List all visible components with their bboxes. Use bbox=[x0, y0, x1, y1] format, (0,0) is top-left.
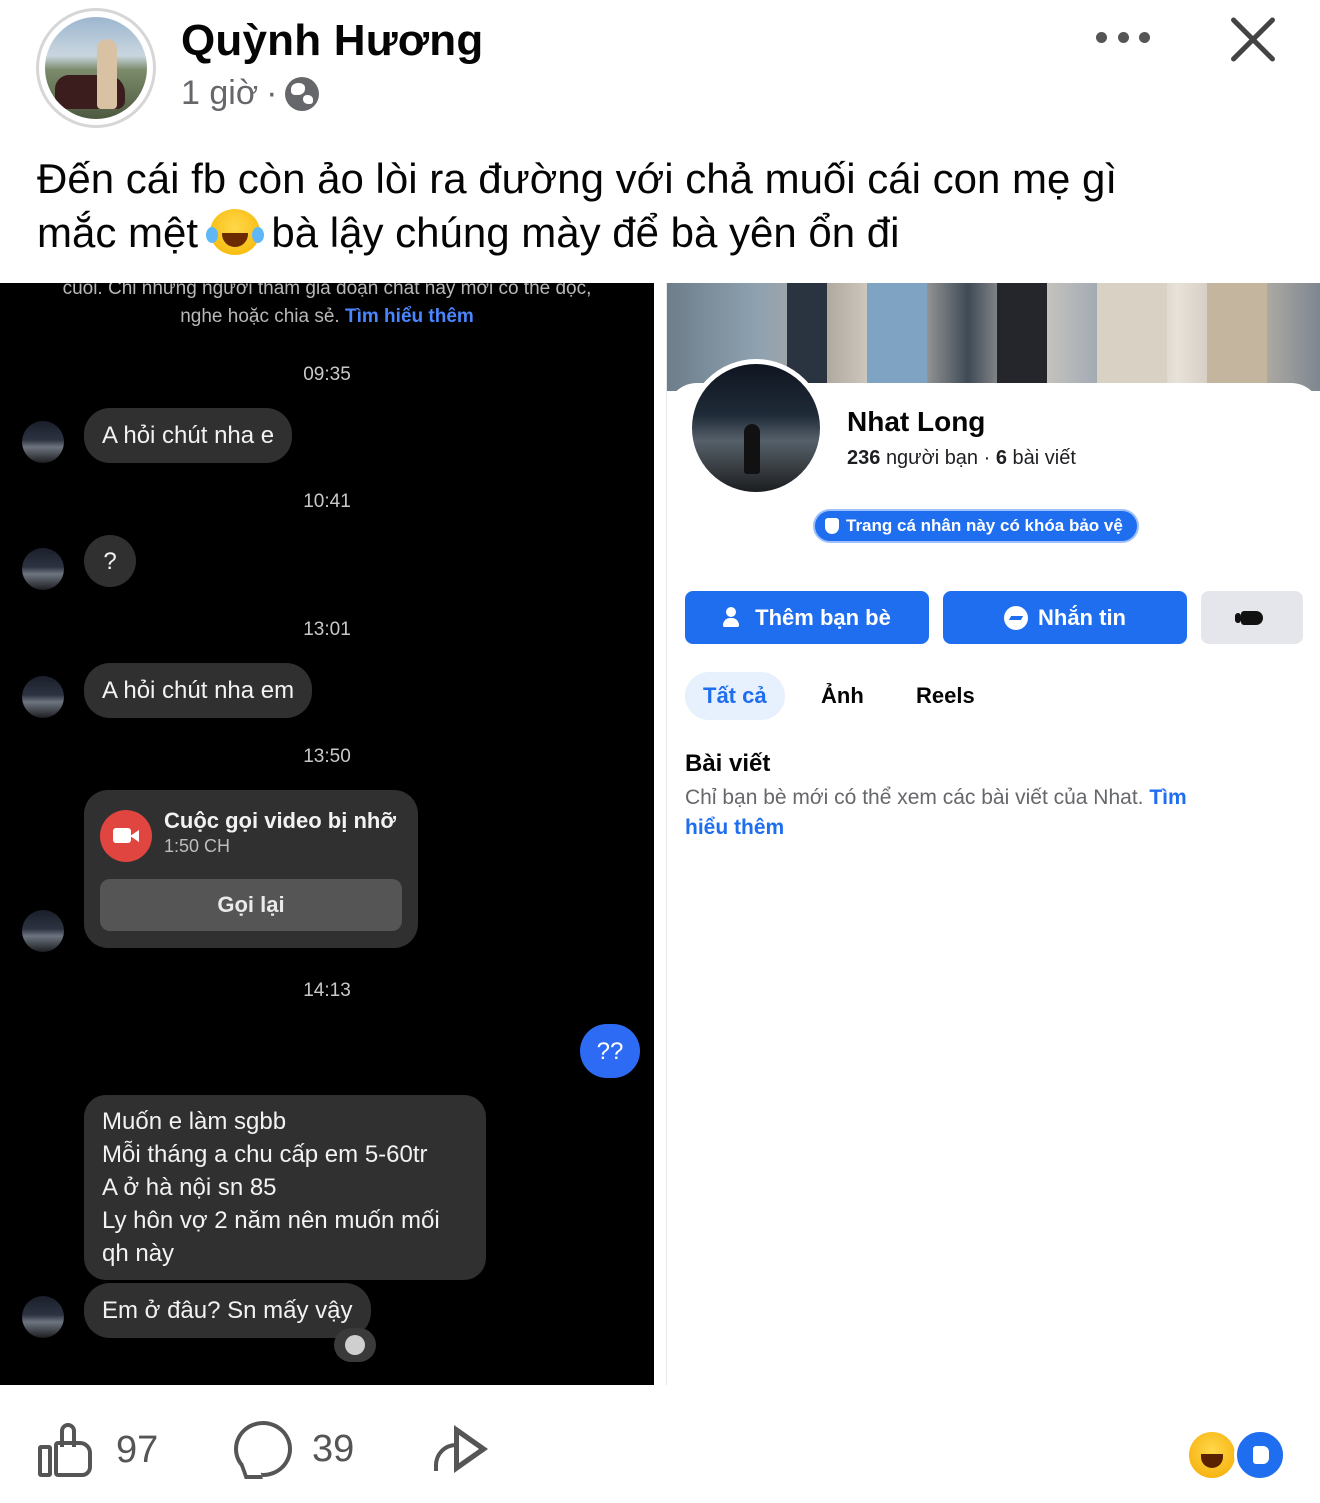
tab-photos[interactable]: Ảnh bbox=[821, 672, 864, 720]
missed-video-call-icon bbox=[100, 810, 152, 862]
call-back-button[interactable]: Gọi lại bbox=[100, 879, 402, 931]
posts-count: 6 bbox=[995, 447, 1007, 469]
post-time[interactable]: 1 giờ bbox=[181, 74, 258, 113]
timestamp: 09:35 bbox=[303, 364, 351, 385]
post-actions-bar: 97 39 bbox=[0, 1385, 1320, 1503]
timestamp: 14:13 bbox=[303, 980, 351, 1001]
long-message-bubble[interactable]: Muốn e làm sgbb Mỗi tháng a chu cấp em 5… bbox=[84, 1095, 486, 1280]
tab-all[interactable]: Tất cả bbox=[685, 672, 785, 720]
locked-profile-label: Trang cá nhân này có khóa bảo vệ bbox=[846, 516, 1123, 535]
sender-avatar[interactable] bbox=[22, 421, 64, 463]
message-button[interactable]: Nhắn tin bbox=[943, 591, 1187, 644]
post-text-line2-end: bà lậy chúng mày để bà yên ổn đi bbox=[271, 209, 900, 256]
profile-stats: 236 người bạn · 6 bài viết bbox=[847, 447, 1076, 470]
locked-profile-badge[interactable]: Trang cá nhân này có khóa bảo vệ bbox=[813, 509, 1139, 543]
add-friend-icon bbox=[723, 606, 745, 629]
notice-line2: nghe hoặc chia sẻ. Tìm hiểu thêm bbox=[0, 303, 654, 331]
message-line: Muốn e làm sgbb bbox=[102, 1108, 287, 1135]
shield-icon bbox=[825, 518, 839, 534]
post-text-line1: Đến cái fb còn ảo lòi ra đường với chả m… bbox=[37, 155, 1118, 202]
author-name[interactable]: Quỳnh Hương bbox=[181, 16, 483, 66]
close-icon[interactable] bbox=[1228, 14, 1278, 64]
post-meta: 1 giờ · bbox=[181, 74, 320, 113]
share-arrow-icon bbox=[432, 1421, 492, 1477]
comment-count: 39 bbox=[312, 1427, 355, 1470]
haha-reaction-icon bbox=[1186, 1429, 1238, 1481]
post-text: Đến cái fb còn ảo lòi ra đường với chả m… bbox=[37, 152, 1287, 260]
globe-icon bbox=[285, 76, 320, 111]
timestamp: 13:01 bbox=[303, 619, 351, 640]
add-friend-label: Thêm bạn bè bbox=[755, 604, 891, 630]
messenger-icon bbox=[1004, 605, 1028, 630]
reaction-summary[interactable] bbox=[1186, 1429, 1286, 1481]
avatar-person bbox=[97, 39, 117, 109]
missed-video-call-card[interactable]: Cuộc gọi video bị nhỡ 1:50 CH Gọi lại bbox=[84, 790, 418, 948]
stats-separator: · bbox=[983, 447, 991, 469]
like-reaction-icon bbox=[1234, 1429, 1286, 1481]
share-button[interactable] bbox=[432, 1421, 492, 1477]
posts-section-description: Chỉ bạn bè mới có thể xem các bài viết c… bbox=[685, 783, 1285, 843]
post-text-line2-start: mắc mệt bbox=[37, 209, 199, 256]
friends-label: người bạn bbox=[885, 447, 979, 469]
author-avatar[interactable] bbox=[36, 8, 156, 128]
message-bubble[interactable]: A hỏi chút nha em bbox=[84, 663, 313, 718]
comment-bubble-icon bbox=[234, 1421, 292, 1477]
face-with-tears-of-joy-icon bbox=[205, 209, 264, 255]
posts-privacy-text: Chỉ bạn bè mới có thể xem các bài viết c… bbox=[685, 786, 1144, 809]
missed-call-title: Cuộc gọi video bị nhỡ bbox=[164, 808, 396, 833]
friends-count[interactable]: 236 bbox=[847, 447, 880, 469]
missed-call-time: 1:50 CH bbox=[164, 836, 231, 856]
tab-reels[interactable]: Reels bbox=[916, 672, 975, 720]
posts-section-title: Bài viết bbox=[685, 750, 771, 777]
message-label: Nhắn tin bbox=[1038, 604, 1126, 630]
more-profile-actions-button[interactable] bbox=[1201, 591, 1303, 644]
comment-button[interactable]: 39 bbox=[234, 1421, 354, 1477]
post-text-line2: mắc mệt bà lậy chúng mày để bà yên ổn đi bbox=[37, 206, 1287, 260]
like-button[interactable]: 97 bbox=[36, 1421, 158, 1479]
timestamp: 13:50 bbox=[303, 746, 351, 767]
profile-name: Nhat Long bbox=[847, 406, 986, 437]
message-bubble[interactable]: Em ở đâu? Sn mấy vậy bbox=[84, 1283, 371, 1338]
profile-picture[interactable] bbox=[687, 359, 825, 497]
sender-avatar[interactable] bbox=[22, 676, 64, 718]
avatar-photo bbox=[45, 17, 147, 119]
message-line: A ở hà nội sn 85 bbox=[102, 1174, 277, 1201]
messenger-screenshot[interactable]: cuối. Chỉ những người tham gia đoạn chat… bbox=[0, 283, 654, 1385]
learn-more-link-continued[interactable]: hiểu thêm bbox=[685, 816, 784, 839]
posts-label: bài viết bbox=[1012, 447, 1076, 469]
timestamp: 10:41 bbox=[303, 491, 351, 512]
like-count: 97 bbox=[116, 1428, 159, 1471]
thumbs-up-icon bbox=[36, 1421, 96, 1479]
sender-avatar[interactable] bbox=[22, 548, 64, 590]
notice-text: nghe hoặc chia sẻ. bbox=[180, 306, 340, 327]
sender-avatar[interactable] bbox=[22, 1296, 64, 1338]
message-bubble[interactable]: ? bbox=[84, 535, 136, 587]
meta-separator: · bbox=[266, 74, 278, 112]
my-message-bubble[interactable]: ?? bbox=[580, 1024, 640, 1078]
hand-pointing-icon bbox=[1235, 610, 1263, 625]
message-line: Ly hôn vợ 2 năm nên muốn mối bbox=[102, 1207, 440, 1234]
message-line: qh này bbox=[102, 1240, 175, 1267]
encryption-notice: cuối. Chỉ những người tham gia đoạn chat… bbox=[0, 283, 654, 331]
add-friend-button[interactable]: Thêm bạn bè bbox=[685, 591, 929, 644]
learn-more-link[interactable]: Tìm bbox=[1149, 786, 1186, 809]
notice-line1: cuối. Chỉ những người tham gia đoạn chat… bbox=[62, 283, 592, 299]
profile-screenshot[interactable]: Nhat Long 236 người bạn · 6 bài viết Tra… bbox=[666, 283, 1320, 1385]
message-line: Mỗi tháng a chu cấp em 5-60tr bbox=[102, 1141, 428, 1168]
learn-more-link[interactable]: Tìm hiểu thêm bbox=[345, 306, 474, 327]
message-bubble[interactable]: A hỏi chút nha e bbox=[84, 408, 293, 463]
add-reaction-icon[interactable] bbox=[334, 1328, 376, 1362]
sender-avatar[interactable] bbox=[22, 910, 64, 952]
more-options-icon[interactable] bbox=[1096, 26, 1150, 48]
